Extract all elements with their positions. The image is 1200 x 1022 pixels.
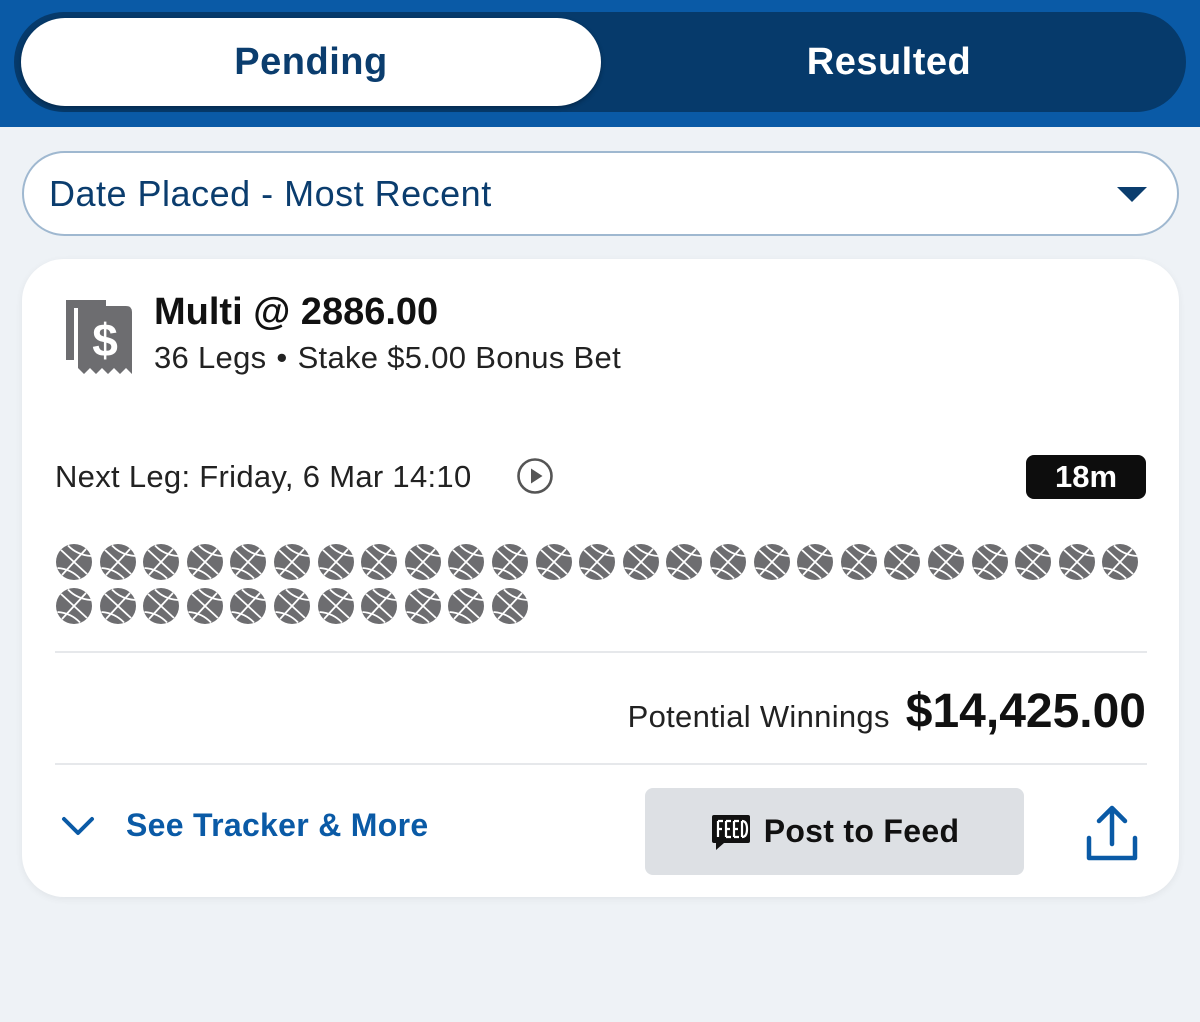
basketball-icon (448, 588, 485, 624)
basketball-icon (274, 588, 310, 624)
basketball-icon (622, 544, 659, 580)
legs-count: 36 Legs (154, 340, 267, 375)
potential-winnings-value: $14,425.00 (905, 685, 1146, 738)
basketball-icon (492, 544, 528, 580)
basketball-icon (143, 544, 180, 580)
header-bar: Pending Resulted (0, 0, 1200, 127)
basketball-icon (317, 544, 354, 580)
basketball-icon (928, 544, 964, 580)
basketball-icon (753, 544, 790, 580)
stake-text: Stake $5.00 Bonus Bet (297, 340, 621, 375)
basketball-icon (1015, 544, 1052, 580)
basketball-icon (186, 544, 223, 580)
basketball-icon (56, 588, 92, 624)
basketball-icon (99, 544, 136, 580)
tab-resulted[interactable]: Resulted (604, 18, 1174, 106)
post-to-feed-label: Post to Feed (763, 813, 960, 849)
basketball-icon (710, 544, 746, 580)
basketball-icon (492, 588, 528, 624)
basketball-icon (186, 588, 223, 624)
basketball-icon (1102, 544, 1139, 580)
svg-text:$: $ (92, 314, 118, 366)
potential-winnings: Potential Winnings $14,425.00 (628, 684, 1146, 739)
sort-dropdown-label: Date Placed - Most Recent (49, 172, 492, 214)
sort-dropdown[interactable]: Date Placed - Most Recent (22, 151, 1179, 236)
basketball-icon (99, 588, 136, 624)
basketball-icon (884, 544, 921, 580)
basketball-icon (230, 544, 267, 580)
countdown-badge: 18m (1026, 455, 1146, 499)
basketball-icon (840, 544, 877, 580)
basketball-icon (230, 588, 267, 624)
basketball-icon (666, 544, 703, 580)
basketball-icon (56, 544, 92, 580)
potential-winnings-label: Potential Winnings (627, 699, 890, 734)
caret-down-icon (1117, 187, 1147, 202)
divider (55, 763, 1147, 765)
see-tracker-button[interactable]: See Tracker & More (60, 807, 428, 844)
basketball-icon (143, 588, 180, 624)
basketball-icon (404, 588, 441, 624)
bet-card: $ Multi @ 2886.00 36 Legs • Stake $5.00 Bo… (22, 259, 1179, 897)
divider (55, 651, 1147, 653)
basketball-icon (971, 544, 1008, 580)
basketball-icon (1058, 544, 1095, 580)
bet-status-segmented-control: Pending Resulted (14, 12, 1186, 112)
next-leg-text: Next Leg: Friday, 6 Mar 14:10 (55, 459, 472, 494)
basketball-icon (448, 544, 485, 580)
basketball-icon (361, 544, 398, 580)
basketball-icon (579, 544, 616, 580)
basketball-icon (361, 588, 398, 624)
share-icon[interactable] (1084, 804, 1140, 862)
bet-title: Multi @ 2886.00 (154, 291, 439, 333)
basketball-icon (535, 544, 572, 580)
basketball-icon (317, 588, 354, 624)
play-circle-icon[interactable] (516, 457, 554, 495)
bet-summary: 36 Legs • Stake $5.00 Bonus Bet (154, 340, 621, 376)
basketball-icon (797, 544, 834, 580)
bet-slip-dollar-icon: $ (66, 300, 132, 374)
basketball-icon (274, 544, 310, 580)
post-to-feed-button[interactable]: Post to Feed (645, 788, 1024, 875)
feed-icon (711, 814, 750, 850)
separator-dot: • (276, 340, 288, 375)
tab-pending[interactable]: Pending (21, 18, 601, 106)
see-tracker-label: See Tracker & More (126, 807, 429, 843)
chevron-down-icon (62, 816, 94, 835)
basketball-icon (404, 544, 441, 580)
